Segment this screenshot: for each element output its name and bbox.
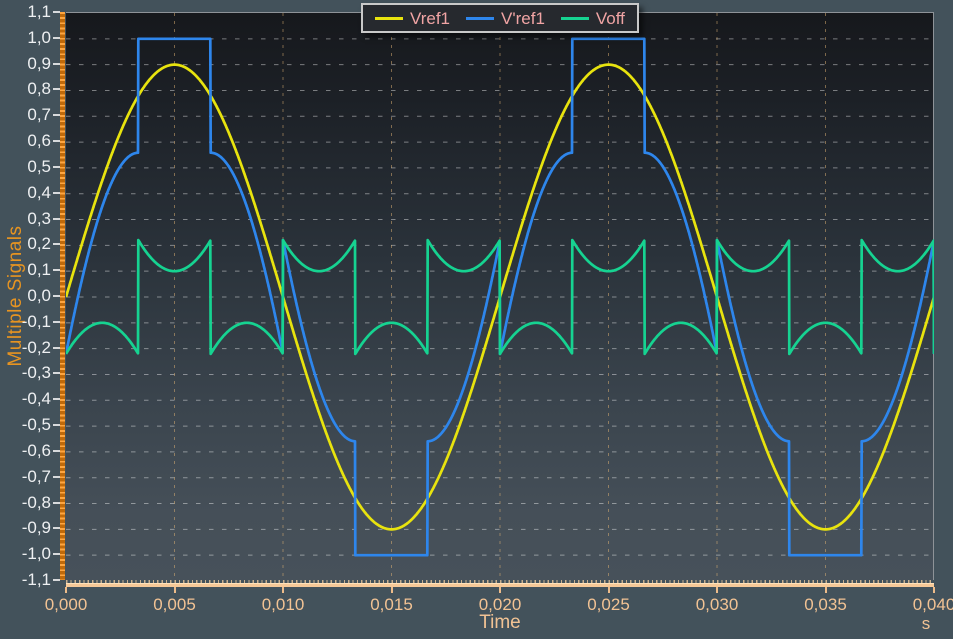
y-axis-tick: [53, 372, 60, 375]
legend-item-vref1[interactable]: V'ref1: [466, 10, 545, 27]
y-axis-tick-label: 0,7: [27, 105, 51, 125]
legend-item-label: Voff: [595, 8, 625, 28]
y-axis-tick: [53, 114, 60, 117]
legend-line-swatch: [560, 16, 589, 20]
y-axis-tick: [53, 88, 60, 91]
x-axis-tick: [390, 587, 393, 593]
y-axis-tick: [53, 346, 60, 349]
y-axis-tick-label: 0,4: [27, 182, 51, 202]
y-axis-tick-label: -1,0: [21, 544, 51, 564]
x-axis-tick: [173, 587, 176, 593]
y-axis-tick-label: 0,9: [27, 53, 51, 73]
x-axis-tick: [65, 587, 67, 593]
y-axis-tick: [53, 398, 60, 401]
y-axis-tick-label: 0,0: [27, 286, 51, 305]
y-axis-tick-label: -0,9: [21, 518, 51, 538]
y-axis-tick: [53, 553, 60, 556]
y-axis-tick-label: -0,3: [21, 363, 51, 383]
y-axis-tick-label: -0,7: [21, 466, 51, 486]
x-axis-tick: [282, 587, 284, 593]
y-axis-tick-label: 0,3: [27, 208, 51, 228]
y-axis-tick: [53, 36, 60, 39]
y-axis-line: [60, 12, 65, 580]
x-axis-tick: [716, 587, 718, 593]
y-axis-tick-label: 0,8: [27, 79, 51, 99]
y-axis-tick-label: -1,1: [21, 570, 51, 589]
y-axis-tick-label: -0,5: [21, 415, 51, 435]
y-axis-tick: [53, 191, 60, 194]
y-axis-tick-label: -0,8: [21, 492, 51, 512]
legend-line-swatch: [466, 16, 495, 20]
y-axis-tick-label: -0,2: [21, 337, 51, 357]
y-axis-tick: [53, 165, 60, 168]
y-axis-tick: [53, 579, 60, 581]
y-axis-tick: [53, 527, 60, 530]
y-axis-tick: [53, 217, 60, 220]
y-axis-tick-label: 0,1: [27, 260, 51, 280]
multiple-signals-plot-window: Multiple Signals 1,1 1,0 0,9 0,8 0,7 0,6 0,5 0,…: [0, 0, 953, 639]
legend-item-label: Vref1: [410, 8, 451, 28]
y-axis-tick: [53, 449, 60, 452]
legend-item-label: V'ref1: [501, 8, 545, 28]
x-axis-tick: [607, 587, 610, 593]
y-axis-tick: [53, 11, 60, 13]
plot-area[interactable]: [66, 12, 934, 581]
y-axis-tick: [53, 295, 60, 297]
y-axis-tick: [53, 243, 60, 246]
x-axis-title: Time: [479, 612, 521, 633]
y-axis-tick-label: 0,6: [27, 131, 51, 151]
y-axis-tick: [53, 269, 60, 272]
x-axis-tick: [933, 587, 935, 593]
legend: Vref1 V'ref1 Voff: [361, 3, 639, 33]
legend-item-voff[interactable]: Voff: [560, 8, 625, 28]
y-axis-tick-label: 1,0: [27, 27, 51, 47]
waveform-chart: [66, 13, 934, 581]
y-axis-tick-label: -0,4: [21, 389, 51, 409]
y-axis-tick-label: -0,1: [21, 311, 51, 331]
y-axis-tick: [53, 424, 60, 427]
x-axis-unit: s: [921, 614, 931, 633]
y-axis-tick: [53, 501, 60, 504]
y-axis-tick: [53, 320, 60, 323]
x-axis-tick: [824, 587, 827, 593]
y-axis-tick: [53, 475, 60, 478]
y-axis-tick-label: 1,1: [27, 2, 51, 21]
y-axis-tick-label: 0,5: [27, 156, 51, 176]
legend-line-swatch: [375, 16, 403, 20]
y-axis-tick: [53, 140, 60, 143]
y-axis-tick-label: -0,6: [21, 440, 51, 460]
y-axis-tick: [53, 62, 60, 65]
legend-item-vref1[interactable]: Vref1: [375, 10, 450, 27]
x-axis-tick: [499, 587, 501, 593]
y-axis-tick-label: 0,2: [27, 234, 51, 254]
